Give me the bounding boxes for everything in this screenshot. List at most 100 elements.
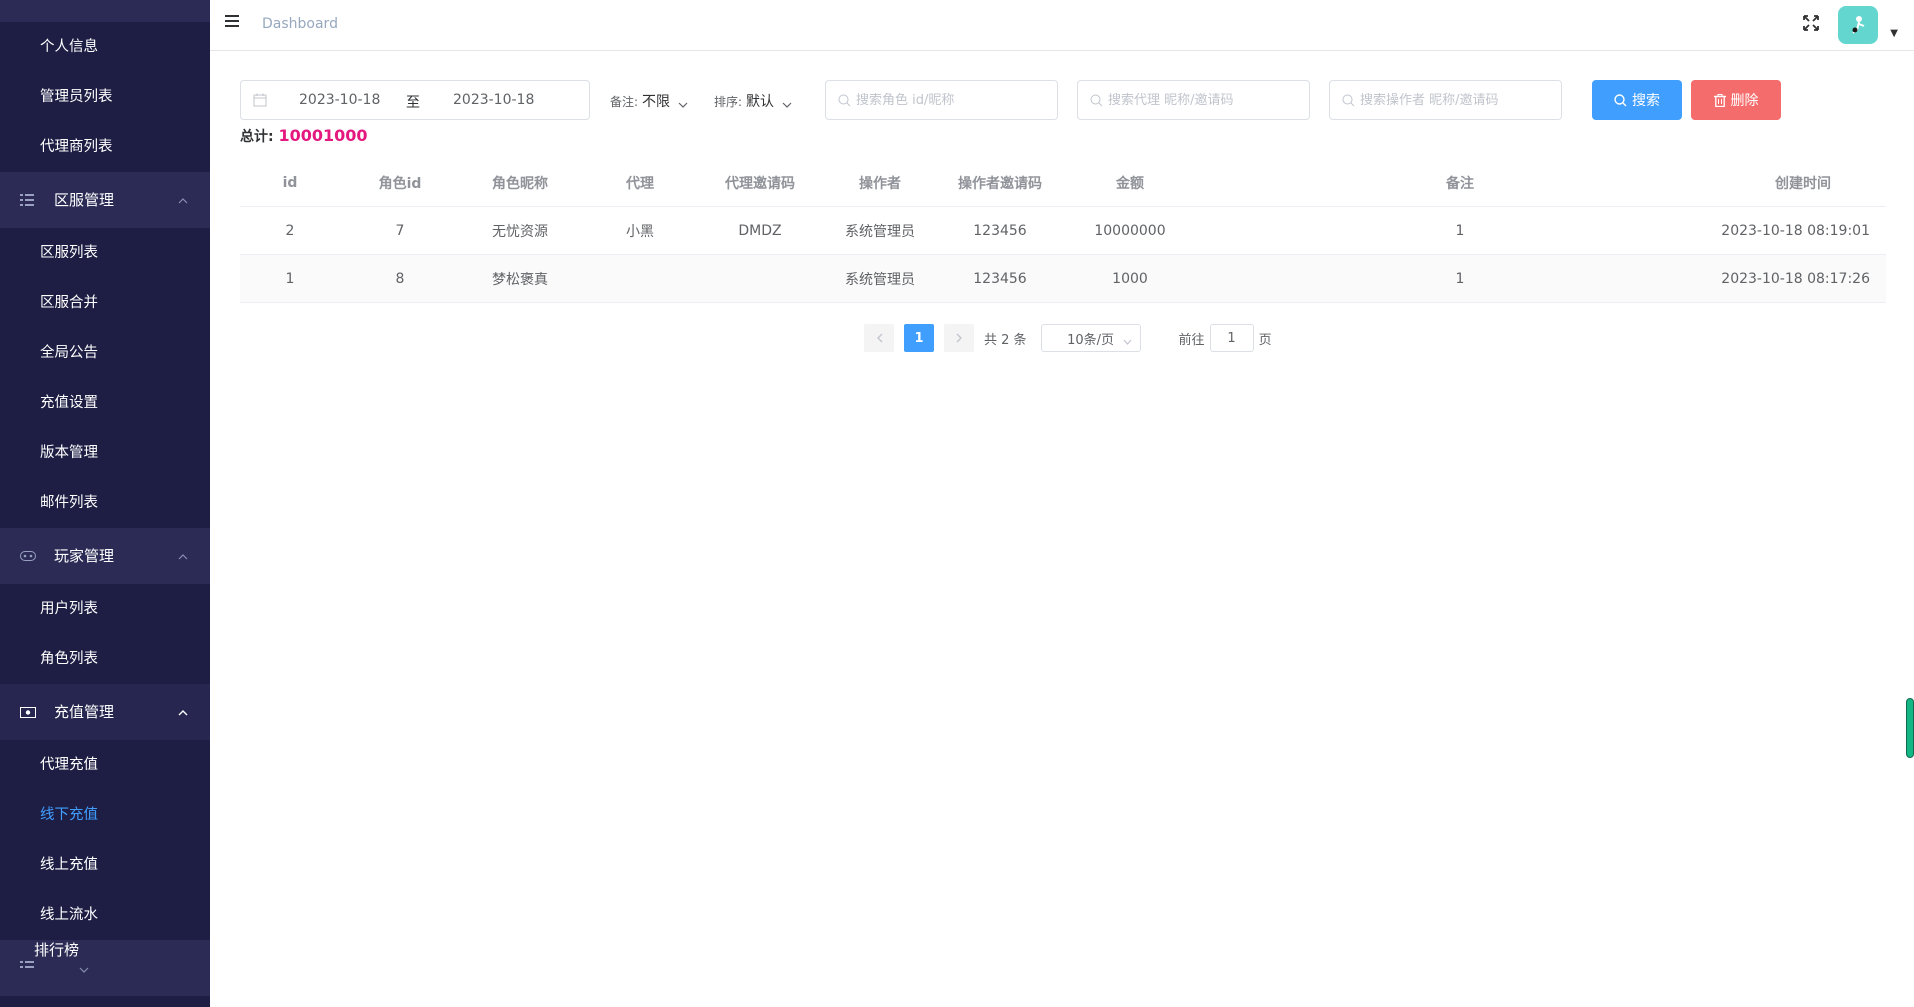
filter-bar: 2023-10-18 至 2023-10-18 备注: 不限 排序: 默认 搜索… <box>240 80 1890 120</box>
col-agent-code: 代理邀请码 <box>725 175 795 192</box>
cell-operator-code: 123456 <box>973 222 1027 239</box>
sidebar-item-recharge-settings[interactable]: 充值设置 <box>0 378 210 428</box>
sidebar-item-online-flow[interactable]: 线上流水 <box>0 890 210 940</box>
next-page-button[interactable] <box>944 324 974 352</box>
sidebar-item-roles[interactable]: 角色列表 <box>0 634 210 684</box>
sidebar-item-agents[interactable]: 代理商列表 <box>0 122 210 172</box>
col-created-time: 创建时间 <box>1775 175 1831 192</box>
chevron-right-icon <box>956 333 962 343</box>
remark-label: 备注: <box>610 94 639 109</box>
cell-role-id: 8 <box>395 270 405 287</box>
sort-value: 默认 <box>746 94 775 110</box>
chevron-down-icon <box>1123 334 1132 349</box>
avatar[interactable] <box>1838 6 1878 44</box>
total-summary: 总计: 10001000 <box>240 126 368 146</box>
sidebar-group-label: 玩家管理 <box>54 547 115 565</box>
col-amount: 金额 <box>1116 175 1144 192</box>
search-role-input[interactable] <box>856 92 1057 108</box>
sidebar-item-profile[interactable]: 个人信息 <box>0 22 210 72</box>
hamburger-icon[interactable] <box>225 15 239 27</box>
col-remark: 备注 <box>1446 175 1474 192</box>
breadcrumb[interactable]: Dashboard <box>262 16 338 32</box>
sidebar-group-server[interactable]: 区服管理 <box>0 172 210 228</box>
search-button-label: 搜索 <box>1632 93 1660 109</box>
search-icon <box>1090 94 1103 107</box>
col-agent: 代理 <box>626 175 654 192</box>
floating-scroll-handle[interactable] <box>1906 698 1914 758</box>
prev-page-button[interactable] <box>864 324 894 352</box>
goto-label: 前往 <box>1178 332 1205 348</box>
cell-role-name: 无忧资源 <box>492 223 548 240</box>
date-start[interactable]: 2023-10-18 <box>299 92 380 108</box>
cell-amount: 1000 <box>1112 270 1148 287</box>
table-body: 2 7 无忧资源 小黑 DMDZ 系统管理员 123456 10000000 1… <box>240 207 1886 303</box>
sidebar: 个人信息 管理员列表 代理商列表 区服管理 区服列表 区服合并 全局公告 充值设… <box>0 0 210 1007</box>
sidebar-item-server-merge[interactable]: 区服合并 <box>0 278 210 328</box>
chevron-up-icon <box>178 172 188 228</box>
sidebar-item-announcement[interactable]: 全局公告 <box>0 328 210 378</box>
sidebar-group-rank[interactable]: 排行榜 <box>0 940 210 996</box>
col-id: id <box>282 174 298 191</box>
sidebar-item-admins[interactable]: 管理员列表 <box>0 72 210 122</box>
top-header: Dashboard ▼ <box>210 0 1914 51</box>
page-number[interactable]: 1 <box>904 324 934 352</box>
col-role-id: 角色id <box>378 175 422 192</box>
calendar-icon <box>253 93 267 107</box>
table-row[interactable]: 2 7 无忧资源 小黑 DMDZ 系统管理员 123456 10000000 1… <box>240 207 1886 255</box>
sidebar-item-version[interactable]: 版本管理 <box>0 428 210 478</box>
caret-down-icon[interactable]: ▼ <box>1890 28 1898 39</box>
cell-agent: 小黑 <box>626 223 654 240</box>
search-button[interactable]: 搜索 <box>1592 80 1682 120</box>
sidebar-item-users[interactable]: 用户列表 <box>0 584 210 634</box>
remark-select[interactable]: 备注: 不限 <box>610 91 688 111</box>
cell-agent-code: DMDZ <box>738 222 782 239</box>
sidebar-group-label: 区服管理 <box>54 191 115 209</box>
sidebar-group-player[interactable]: 玩家管理 <box>0 528 210 584</box>
table-header-row: id 角色id 角色昵称 代理 代理邀请码 操作者 操作者邀请码 金额 备注 创… <box>240 159 1886 207</box>
sort-select[interactable]: 排序: 默认 <box>714 91 792 111</box>
sidebar-top-strip <box>0 0 210 22</box>
sidebar-item-online-recharge[interactable]: 线上充值 <box>0 840 210 890</box>
pagination: 1 共 2 条 10条/页 前往 页 <box>864 323 1272 353</box>
cell-id: 1 <box>285 270 295 287</box>
trash-icon <box>1713 93 1726 107</box>
list-icon <box>20 194 54 206</box>
chevron-down-icon <box>678 96 688 108</box>
search-icon <box>838 94 851 107</box>
money-icon <box>20 706 54 718</box>
col-operator: 操作者 <box>859 175 901 192</box>
goto-page-input[interactable] <box>1209 324 1254 352</box>
date-end[interactable]: 2023-10-18 <box>453 92 534 108</box>
sidebar-item-agent-recharge[interactable]: 代理充值 <box>0 740 210 790</box>
remark-value: 不限 <box>642 94 671 110</box>
page-size-value: 10条/页 <box>1067 332 1115 348</box>
records-table: id 角色id 角色昵称 代理 代理邀请码 操作者 操作者邀请码 金额 备注 创… <box>240 159 1886 303</box>
fullscreen-icon[interactable] <box>1803 15 1819 31</box>
table-row[interactable]: 1 8 梦松褒真 系统管理员 123456 1000 1 2023-10-18 … <box>240 255 1886 303</box>
sidebar-group-label: 排行榜 <box>34 941 80 959</box>
search-agent-input[interactable] <box>1108 92 1309 108</box>
total-label: 总计: <box>240 129 274 145</box>
chevron-left-icon <box>876 333 882 343</box>
col-operator-code: 操作者邀请码 <box>958 175 1042 192</box>
delete-button[interactable]: 删除 <box>1691 80 1781 120</box>
date-range-picker[interactable]: 2023-10-18 至 2023-10-18 <box>240 80 590 120</box>
cell-created-time: 2023-10-18 08:19:01 <box>1721 222 1870 239</box>
sidebar-item-server-list[interactable]: 区服列表 <box>0 228 210 278</box>
search-icon <box>1614 93 1627 106</box>
sidebar-group-recharge[interactable]: 充值管理 <box>0 684 210 740</box>
search-icon <box>1342 94 1355 107</box>
total-value: 10001000 <box>278 126 368 145</box>
cell-remark: 1 <box>1455 222 1465 239</box>
cell-amount: 10000000 <box>1094 222 1166 239</box>
search-operator-input[interactable] <box>1360 92 1561 108</box>
list-icon <box>20 940 34 996</box>
search-agent-input-wrap <box>1077 80 1310 120</box>
sidebar-item-mail[interactable]: 邮件列表 <box>0 478 210 528</box>
cell-remark: 1 <box>1455 270 1465 287</box>
sidebar-item-offline-recharge[interactable]: 线下充值 <box>0 790 210 840</box>
page-size-select[interactable]: 10条/页 <box>1040 324 1141 352</box>
avatar-figure-icon <box>1852 16 1865 34</box>
chevron-up-icon <box>178 528 188 584</box>
search-operator-input-wrap <box>1329 80 1562 120</box>
